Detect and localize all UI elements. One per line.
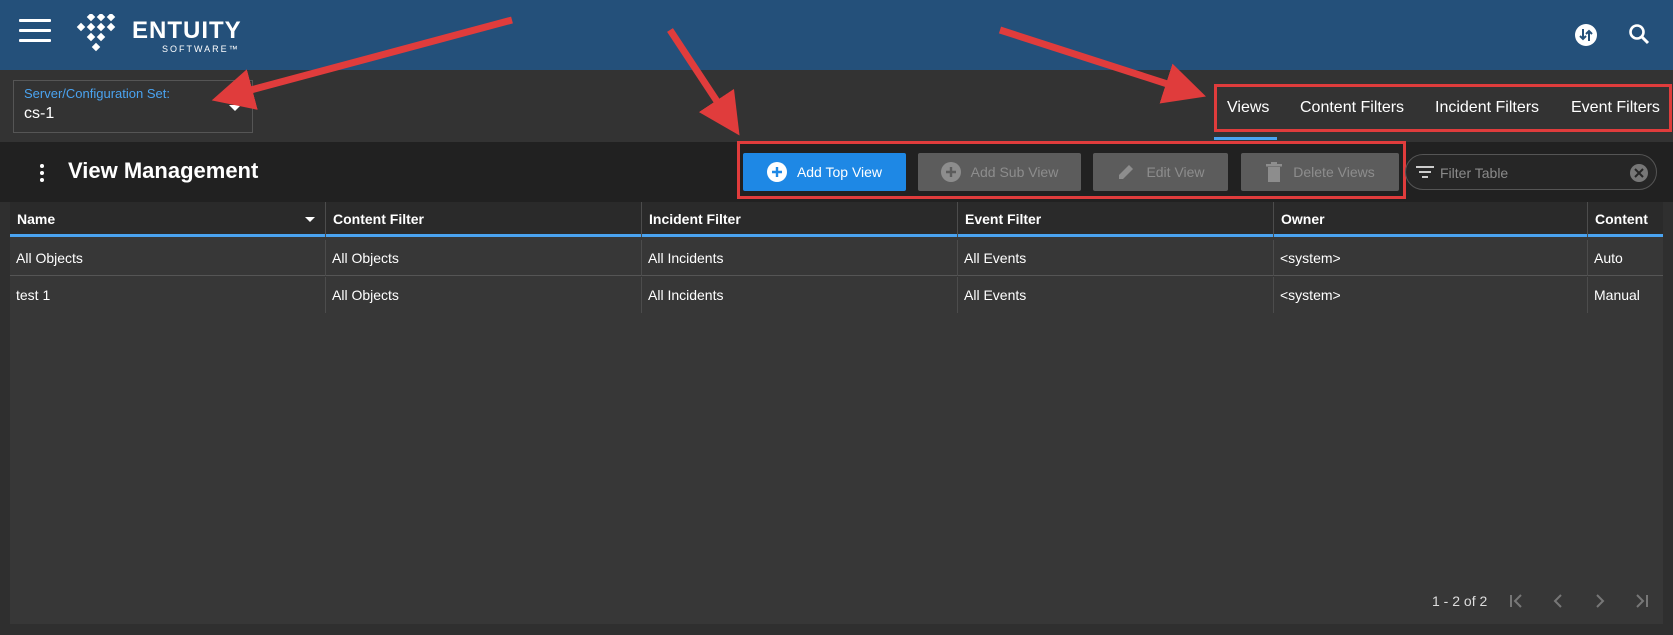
server-config-label: Server/Configuration Set: (24, 86, 170, 101)
server-config-select[interactable]: Server/Configuration Set: cs-1 (13, 80, 253, 133)
clear-icon[interactable] (1629, 163, 1649, 183)
cell-event-filter: All Events (958, 277, 1274, 313)
cell-owner: <system> (1274, 277, 1588, 313)
brand-subtitle: SOFTWARE™ (162, 44, 240, 54)
add-circle-icon (766, 162, 787, 182)
cell-incident-filter: All Incidents (642, 277, 958, 313)
logo-mark-icon (76, 12, 116, 52)
table-header-row: Name Content Filter Incident Filter Even… (10, 202, 1663, 237)
column-header-incident-filter[interactable]: Incident Filter (642, 202, 958, 237)
page-title: View Management (68, 158, 259, 183)
brand-name: ENTUITY (132, 17, 242, 44)
active-tab-indicator (1214, 137, 1277, 140)
next-page-icon[interactable] (1590, 591, 1610, 611)
filter-list-icon (1416, 166, 1434, 178)
cell-incident-filter: All Incidents (642, 240, 958, 276)
cell-content-filter: All Objects (326, 277, 642, 313)
cell-content-filter: All Objects (326, 240, 642, 276)
add-sub-view-label: Add Sub View (970, 164, 1059, 180)
top-app-bar (0, 0, 1673, 70)
chevron-down-icon (229, 105, 241, 111)
cell-name: test 1 (10, 277, 326, 313)
cell-content: Auto (1594, 250, 1623, 266)
cell-event-filter: All Events (958, 240, 1274, 276)
first-page-icon[interactable] (1506, 591, 1526, 611)
add-top-view-label: Add Top View (796, 164, 883, 180)
delete-views-label: Delete Views (1293, 164, 1375, 180)
entuity-logo: ENTUITY SOFTWARE™ (74, 12, 244, 58)
column-header-label: Name (17, 211, 56, 227)
cell-name: All Objects (10, 240, 326, 276)
menu-icon[interactable] (19, 19, 51, 43)
pagination-range: 1 - 2 of 2 (1432, 593, 1488, 609)
previous-page-icon[interactable] (1548, 591, 1568, 611)
last-page-icon[interactable] (1632, 591, 1652, 611)
pencil-icon (1119, 165, 1134, 179)
tab-content-filters[interactable]: Content Filters (1300, 99, 1404, 117)
column-header-name[interactable]: Name (10, 202, 326, 237)
tab-views[interactable]: Views (1227, 99, 1269, 117)
views-table: Name Content Filter Incident Filter Even… (10, 202, 1663, 624)
column-header-content[interactable]: Content (1588, 202, 1663, 237)
server-config-value: cs-1 (24, 105, 55, 122)
cell-owner: <system> (1274, 240, 1588, 276)
tab-bar: Views Content Filters Incident Filters E… (1214, 84, 1672, 132)
tab-incident-filters[interactable]: Incident Filters (1435, 99, 1539, 117)
table-row[interactable]: All Objects All Objects All Incidents Al… (10, 240, 1663, 276)
trash-icon (1266, 162, 1283, 182)
column-header-event-filter[interactable]: Event Filter (958, 202, 1274, 237)
add-circle-icon (940, 162, 961, 182)
edit-view-button[interactable]: Edit View (1093, 153, 1228, 191)
add-sub-view-button[interactable]: Add Sub View (918, 153, 1081, 191)
sort-descending-icon[interactable] (305, 217, 315, 222)
cell-content: Manual (1594, 287, 1640, 303)
tab-event-filters[interactable]: Event Filters (1571, 99, 1660, 117)
more-vert-icon[interactable] (40, 164, 46, 182)
add-top-view-button[interactable]: Add Top View (743, 153, 906, 191)
delete-views-button[interactable]: Delete Views (1241, 153, 1399, 191)
column-header-content-filter[interactable]: Content Filter (326, 202, 642, 237)
server-switch-icon[interactable] (1573, 22, 1599, 48)
table-row[interactable]: test 1 All Objects All Incidents All Eve… (10, 277, 1663, 313)
search-icon[interactable] (1627, 22, 1653, 48)
column-header-owner[interactable]: Owner (1274, 202, 1588, 237)
filter-table-input[interactable] (1440, 163, 1620, 183)
edit-view-label: Edit View (1146, 164, 1205, 180)
filter-table-box (1405, 154, 1657, 190)
